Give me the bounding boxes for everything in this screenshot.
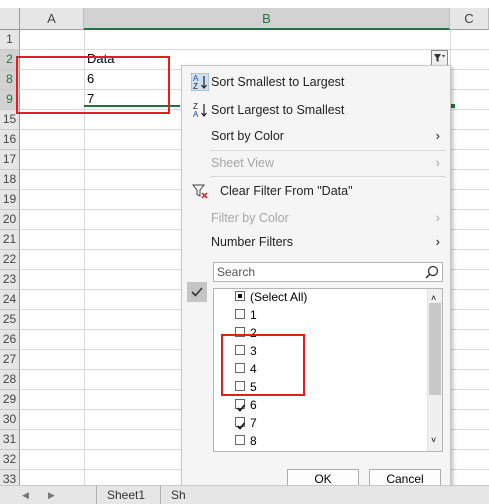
- row-header-22[interactable]: 22: [0, 250, 20, 270]
- sort-descending-icon: Z A: [193, 102, 207, 119]
- sheet-tab-bar: ◀ ▶ Sheet1 Sh: [0, 485, 489, 504]
- sort-ascending-item[interactable]: A Z Sort Smallest to Largest: [182, 70, 450, 94]
- chevron-right-icon: ›: [435, 210, 440, 225]
- filter-value-label: (Select All): [250, 290, 308, 304]
- svg-text:A: A: [193, 110, 199, 119]
- clear-filter-icon: [192, 184, 208, 199]
- row-header-17[interactable]: 17: [0, 150, 20, 170]
- chevron-right-icon: ›: [435, 128, 440, 143]
- column-header-a[interactable]: A: [20, 8, 84, 30]
- row-header-23[interactable]: 23: [0, 270, 20, 290]
- row-header-30[interactable]: 30: [0, 410, 20, 430]
- checkmark-icon: [236, 422, 246, 430]
- checkmark-icon: [191, 287, 203, 297]
- row-header-24[interactable]: 24: [0, 290, 20, 310]
- sort-ascending-icon: A Z: [191, 73, 209, 91]
- row-header-21[interactable]: 21: [0, 230, 20, 250]
- row-header-25[interactable]: 25: [0, 310, 20, 330]
- filter-value-label: 7: [250, 416, 257, 430]
- tab-scroll-left-icon[interactable]: ◀: [22, 486, 29, 504]
- sort-descending-item[interactable]: Z A Sort Largest to Smallest: [182, 98, 450, 122]
- row-header-28[interactable]: 28: [0, 370, 20, 390]
- filter-by-color-item: Filter by Color ›: [182, 206, 450, 230]
- search-icon: [425, 265, 439, 279]
- search-input[interactable]: Search: [213, 262, 443, 282]
- highlight-box-values: [221, 334, 305, 396]
- row-header-16[interactable]: 16: [0, 130, 20, 150]
- scroll-up-icon[interactable]: ˄: [431, 293, 436, 303]
- highlight-box-rows: [16, 56, 170, 114]
- svg-text:Z: Z: [193, 82, 198, 91]
- tab-sheet2[interactable]: Sh: [171, 486, 186, 504]
- row-header-26[interactable]: 26: [0, 330, 20, 350]
- menu-separator: [210, 176, 446, 177]
- row-header-1[interactable]: 1: [0, 30, 20, 50]
- filter-menu[interactable]: A Z Sort Smallest to Largest Z A Sort La…: [181, 65, 451, 503]
- row-header-27[interactable]: 27: [0, 350, 20, 370]
- checkbox[interactable]: [235, 309, 245, 319]
- chevron-right-icon: ›: [435, 155, 440, 170]
- number-filters-item[interactable]: Number Filters ›: [182, 230, 450, 254]
- filter-value-label: 1: [250, 308, 257, 322]
- row-header-18[interactable]: 18: [0, 170, 20, 190]
- list-scrollbar[interactable]: ˄ ˅: [427, 289, 442, 451]
- column-header-c[interactable]: C: [450, 8, 489, 30]
- checkbox[interactable]: [235, 291, 245, 301]
- fill-handle[interactable]: [451, 104, 455, 108]
- tab-scroll-right-icon[interactable]: ▶: [48, 486, 55, 504]
- tab-divider: [96, 486, 97, 504]
- checkmark-icon: [236, 404, 246, 412]
- filter-value-label: 8: [250, 434, 257, 448]
- scroll-down-icon[interactable]: ˅: [431, 435, 436, 445]
- row-header-32[interactable]: 32: [0, 450, 20, 470]
- chevron-right-icon: ›: [435, 234, 440, 249]
- select-all-corner[interactable]: [0, 8, 20, 30]
- sort-by-color-item[interactable]: Sort by Color ›: [182, 124, 450, 148]
- tab-divider: [160, 486, 161, 504]
- row-header-20[interactable]: 20: [0, 210, 20, 230]
- row-header-29[interactable]: 29: [0, 390, 20, 410]
- scrollbar-thumb[interactable]: [429, 303, 441, 395]
- column-header-b[interactable]: B: [84, 8, 450, 30]
- checkbox[interactable]: [235, 399, 246, 412]
- filter-value-label: 6: [250, 398, 257, 412]
- row-header-19[interactable]: 19: [0, 190, 20, 210]
- row-header-33[interactable]: 33: [0, 470, 20, 485]
- filter-applied-marker: [187, 282, 207, 302]
- checkbox[interactable]: [235, 435, 245, 445]
- sheet-view-item: Sheet View ›: [182, 151, 450, 175]
- tab-sheet1[interactable]: Sheet1: [107, 486, 145, 504]
- checkbox[interactable]: [235, 417, 246, 430]
- partial-check-indicator: [238, 294, 242, 298]
- clear-filter-item[interactable]: Clear Filter From "Data": [182, 179, 450, 203]
- row-header-31[interactable]: 31: [0, 430, 20, 450]
- filter-icon: [434, 54, 445, 62]
